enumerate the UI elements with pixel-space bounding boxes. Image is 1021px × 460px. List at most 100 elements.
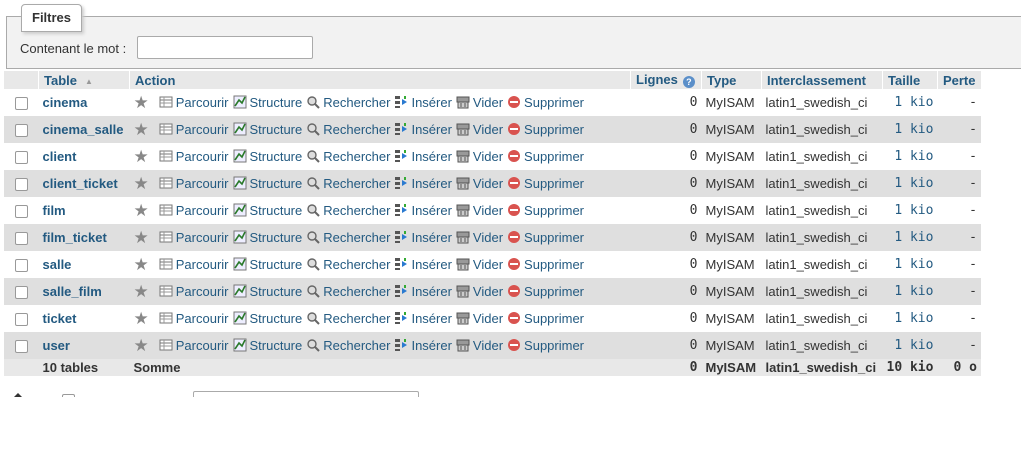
action-inserer-link[interactable]: Insérer [394,95,452,110]
action-parcourir-link[interactable]: Parcourir [159,257,229,272]
table-name-link[interactable]: film [43,203,66,218]
row-checkbox[interactable] [14,340,28,354]
action-supprimer-link[interactable]: Supprimer [507,95,584,110]
row-checkbox[interactable] [14,286,28,300]
action-structure-link[interactable]: Structure [233,149,302,164]
column-perte[interactable]: Perte [937,71,982,89]
table-size[interactable]: 1 kio [882,170,938,197]
action-rechercher-link[interactable]: Rechercher [306,149,390,164]
action-inserer-link[interactable]: Insérer [394,203,452,218]
favorite-star-icon[interactable]: ★ [134,309,149,328]
action-inserer-link[interactable]: Insérer [394,257,452,272]
favorite-star-icon[interactable]: ★ [134,282,149,301]
row-checkbox[interactable] [14,151,28,165]
table-name-link[interactable]: film_ticket [43,230,107,245]
action-vider-link[interactable]: Vider [456,338,503,353]
table-size[interactable]: 1 kio [882,116,938,143]
table-name-link[interactable]: ticket [43,311,77,326]
action-vider-link[interactable]: Vider [456,311,503,326]
action-inserer-link[interactable]: Insérer [394,311,452,326]
table-name-link[interactable]: user [43,338,70,353]
table-name-link[interactable]: client_ticket [43,176,118,191]
action-structure-link[interactable]: Structure [233,311,302,326]
action-parcourir-link[interactable]: Parcourir [159,95,229,110]
favorite-star-icon[interactable]: ★ [134,228,149,247]
table-size[interactable]: 1 kio [882,305,938,332]
action-supprimer-link[interactable]: Supprimer [507,176,584,191]
action-parcourir-link[interactable]: Parcourir [159,230,229,245]
action-parcourir-link[interactable]: Parcourir [159,149,229,164]
favorite-star-icon[interactable]: ★ [134,201,149,220]
action-rechercher-link[interactable]: Rechercher [306,257,390,272]
action-structure-link[interactable]: Structure [233,95,302,110]
action-supprimer-link[interactable]: Supprimer [507,122,584,137]
action-vider-link[interactable]: Vider [456,203,503,218]
action-supprimer-link[interactable]: Supprimer [507,149,584,164]
table-size[interactable]: 1 kio [882,278,938,305]
favorite-star-icon[interactable]: ★ [134,120,149,139]
row-checkbox[interactable] [14,97,28,111]
favorite-star-icon[interactable]: ★ [134,255,149,274]
filter-input[interactable] [137,36,313,59]
favorite-star-icon[interactable]: ★ [134,93,149,112]
table-size[interactable]: 1 kio [882,251,938,278]
action-vider-link[interactable]: Vider [456,149,503,164]
row-checkbox[interactable] [14,205,28,219]
action-supprimer-link[interactable]: Supprimer [507,311,584,326]
bulk-action-select[interactable] [193,391,419,397]
action-vider-link[interactable]: Vider [456,230,503,245]
action-rechercher-link[interactable]: Rechercher [306,122,390,137]
action-parcourir-link[interactable]: Parcourir [159,338,229,353]
help-icon[interactable]: ? [682,76,695,88]
table-size[interactable]: 1 kio [882,143,938,170]
action-inserer-link[interactable]: Insérer [394,149,452,164]
action-supprimer-link[interactable]: Supprimer [507,230,584,245]
action-inserer-link[interactable]: Insérer [394,338,452,353]
action-structure-link[interactable]: Structure [233,284,302,299]
action-parcourir-link[interactable]: Parcourir [159,284,229,299]
row-checkbox[interactable] [14,124,28,138]
action-inserer-link[interactable]: Insérer [394,176,452,191]
action-rechercher-link[interactable]: Rechercher [306,230,390,245]
action-vider-link[interactable]: Vider [456,95,503,110]
column-type[interactable]: Type [701,71,762,89]
table-name-link[interactable]: cinema [43,95,88,110]
action-rechercher-link[interactable]: Rechercher [306,338,390,353]
action-rechercher-link[interactable]: Rechercher [306,311,390,326]
table-name-link[interactable]: salle_film [43,284,102,299]
action-parcourir-link[interactable]: Parcourir [159,176,229,191]
action-inserer-link[interactable]: Insérer [394,122,452,137]
action-vider-link[interactable]: Vider [456,176,503,191]
action-structure-link[interactable]: Structure [233,230,302,245]
action-rechercher-link[interactable]: Rechercher [306,95,390,110]
favorite-star-icon[interactable]: ★ [134,174,149,193]
table-size[interactable]: 1 kio [882,197,938,224]
table-name-link[interactable]: client [43,149,77,164]
action-structure-link[interactable]: Structure [233,122,302,137]
action-inserer-link[interactable]: Insérer [394,284,452,299]
action-structure-link[interactable]: Structure [233,338,302,353]
action-supprimer-link[interactable]: Supprimer [507,257,584,272]
table-size[interactable]: 1 kio [882,224,938,251]
action-structure-link[interactable]: Structure [233,203,302,218]
action-parcourir-link[interactable]: Parcourir [159,311,229,326]
action-supprimer-link[interactable]: Supprimer [507,203,584,218]
favorite-star-icon[interactable]: ★ [134,336,149,355]
action-vider-link[interactable]: Vider [456,122,503,137]
action-supprimer-link[interactable]: Supprimer [507,284,584,299]
row-checkbox[interactable] [14,178,28,192]
row-checkbox[interactable] [14,313,28,327]
action-parcourir-link[interactable]: Parcourir [159,122,229,137]
row-checkbox[interactable] [14,232,28,246]
action-parcourir-link[interactable]: Parcourir [159,203,229,218]
table-name-link[interactable]: salle [43,257,72,272]
table-size[interactable]: 1 kio [882,89,938,116]
action-structure-link[interactable]: Structure [233,176,302,191]
check-all-checkbox[interactable] [62,394,75,397]
column-interclassement[interactable]: Interclassement [761,71,883,89]
action-vider-link[interactable]: Vider [456,284,503,299]
action-inserer-link[interactable]: Insérer [394,230,452,245]
column-taille[interactable]: Taille [882,71,938,89]
action-structure-link[interactable]: Structure [233,257,302,272]
row-checkbox[interactable] [14,259,28,273]
